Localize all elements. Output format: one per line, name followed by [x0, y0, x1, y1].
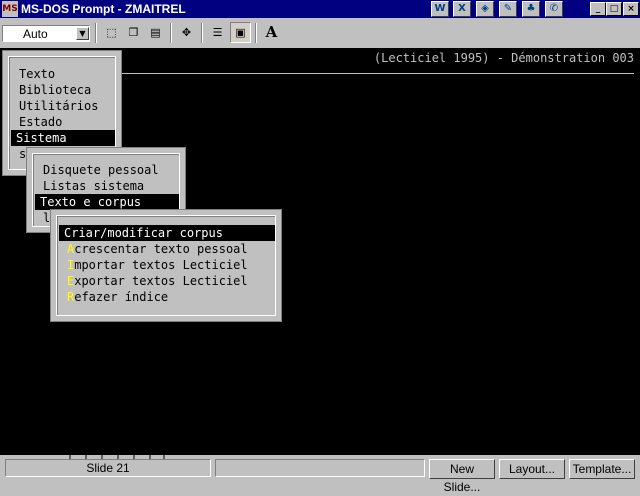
template-button[interactable]: Template... — [569, 459, 635, 479]
title-bar[interactable]: MS MS-DOS Prompt - ZMAITREL W X ◈ ✎ ♣ ✆ … — [0, 0, 640, 18]
menu-item-acrescentar-texto[interactable]: Acrescentar texto pessoal — [62, 241, 278, 257]
layout-button[interactable]: Layout... — [499, 459, 565, 479]
font-size-value: Auto — [23, 27, 48, 41]
toolbar-separator — [255, 23, 257, 43]
menu-item-importar-textos[interactable]: Importar textos Lecticiel — [62, 257, 278, 273]
menu-item-label: crescentar texto pessoal — [74, 242, 248, 256]
corpus-menu: Criar/modificar corpus Acrescentar texto… — [50, 209, 282, 322]
toolbar-separator — [170, 23, 172, 43]
lecticiel-header: (Lecticiel 1995) - Démonstration 003 — [373, 51, 634, 65]
font-size-select[interactable]: Auto ▼ — [2, 25, 90, 42]
copy-icon[interactable]: ❐ — [123, 22, 144, 43]
mark-icon[interactable]: ⬚ — [101, 22, 122, 43]
word-icon[interactable]: W — [431, 1, 449, 17]
maximize-button[interactable]: □ — [606, 2, 622, 16]
slide-indicator: Slide 21 — [5, 459, 211, 477]
minimize-button[interactable]: _ — [590, 2, 606, 16]
menu-item-refazer-indice[interactable]: Refazer índice — [62, 289, 278, 305]
font-icon[interactable]: A — [261, 22, 282, 43]
menu-item-listas-sistema[interactable]: Listas sistema — [38, 178, 182, 194]
fullscreen-icon[interactable]: ✥ — [176, 22, 197, 43]
menu-item-disquete-pessoal[interactable]: Disquete pessoal — [38, 162, 182, 178]
msdos-icon[interactable]: MS — [2, 1, 18, 17]
paste-icon[interactable]: ▤ — [145, 22, 166, 43]
menu-item-label: mportar textos Lecticiel — [74, 258, 248, 272]
menu-item-texto[interactable]: Texto — [14, 66, 118, 82]
toolbar: Auto ▼ ⬚ ❐ ▤ ✥ ☰ ▣ A — [0, 18, 640, 48]
menu-item-texto-e-corpus[interactable]: Texto e corpus — [35, 194, 179, 210]
menu-item-exportar-textos[interactable]: Exportar textos Lecticiel — [62, 273, 278, 289]
menu-item-label: efazer índice — [74, 290, 169, 304]
properties-icon[interactable]: ☰ — [207, 22, 228, 43]
header-rule — [122, 73, 634, 74]
close-button[interactable]: × — [623, 2, 639, 16]
office-icon[interactable]: ✆ — [545, 1, 563, 17]
toolbar-separator — [201, 23, 203, 43]
excel-icon[interactable]: X — [453, 1, 471, 17]
presentation-icon[interactable]: ◈ — [476, 1, 494, 17]
window-title: MS-DOS Prompt - ZMAITREL — [21, 2, 186, 16]
menu-item-label: xportar textos Lecticiel — [74, 274, 248, 288]
schedule-icon[interactable]: ✎ — [499, 1, 517, 17]
menu-item-criar-modificar-corpus[interactable]: Criar/modificar corpus — [59, 225, 275, 241]
toolbar-separator — [95, 23, 97, 43]
menu-item-label: riar/modificar corpus — [71, 226, 223, 240]
background-icon[interactable]: ▣ — [230, 22, 251, 43]
new-slide-button[interactable]: New Slide... — [429, 459, 495, 494]
dos-console[interactable]: (Lecticiel 1995) - Démonstration 003 Tex… — [0, 48, 640, 455]
status-field-empty — [215, 459, 425, 477]
menu-item-biblioteca[interactable]: Biblioteca — [14, 82, 118, 98]
menu-item-sistema[interactable]: Sistema — [11, 130, 115, 146]
chevron-down-icon[interactable]: ▼ — [76, 27, 89, 40]
binder-icon[interactable]: ♣ — [522, 1, 540, 17]
menu-item-utilitarios[interactable]: Utilitários — [14, 98, 118, 114]
menu-item-estado[interactable]: Estado — [14, 114, 118, 130]
